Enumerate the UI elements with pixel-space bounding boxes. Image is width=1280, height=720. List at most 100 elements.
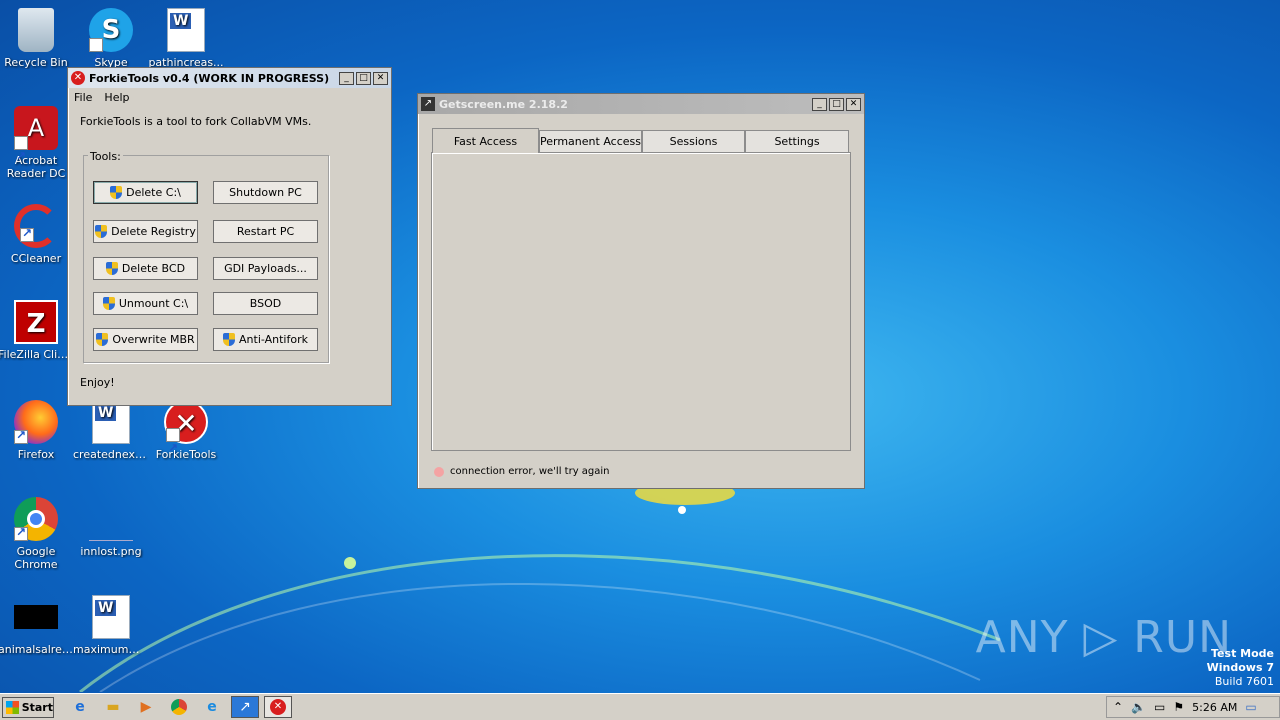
filezilla-icon: Z (14, 300, 58, 344)
test-mode-label: Test Mode (1211, 647, 1274, 660)
overwrite-mbr-button[interactable]: Overwrite MBR (93, 328, 198, 351)
system-tray: ⌃ 🔈 ▭ ⚑ 5:26 AM ▭ (1106, 696, 1280, 718)
show-hidden-icons-icon[interactable]: ⌃ (1113, 700, 1123, 714)
description-text: ForkieTools is a tool to fork CollabVM V… (80, 115, 312, 128)
tools-group-label: Tools: (88, 150, 123, 163)
desktop-icon-creatednext[interactable]: W creatednext... (73, 400, 149, 461)
shutdown-pc-button[interactable]: Shutdown PC (213, 181, 318, 204)
ccleaner-icon (14, 204, 58, 248)
menu-help[interactable]: Help (104, 91, 129, 104)
uac-shield-icon (105, 262, 118, 275)
forkietools-taskbar-icon[interactable]: ✕ (264, 696, 292, 718)
menubar: File Help (68, 88, 391, 106)
chrome-icon (14, 497, 58, 541)
recycle-bin-icon (18, 8, 54, 52)
button-label: Restart PC (236, 225, 295, 238)
desktop-icon-skype[interactable]: S Skype (73, 8, 149, 80)
tab-sessions[interactable]: Sessions (642, 130, 745, 152)
edge-taskbar-icon[interactable]: e (198, 696, 226, 718)
desktop-icon-innlost[interactable]: innlost.png (73, 497, 149, 558)
desktop-icon-pathincreas[interactable]: W pathincreas... (148, 8, 224, 69)
anyrun-watermark: ANY ▷ RUN (975, 612, 1232, 663)
window-title: ForkieTools v0.4 (WORK IN PROGRESS) (89, 71, 330, 85)
chrome-taskbar-icon[interactable] (165, 696, 193, 718)
start-button[interactable]: Start (2, 696, 54, 718)
button-label: Delete C:\ (126, 186, 181, 199)
error-x-icon: ✕ (71, 71, 85, 85)
action-center-flag-icon[interactable]: ⚑ (1173, 700, 1184, 714)
word-document-icon: W (92, 400, 130, 444)
test-mode-info: Test Mode Windows 7 Build 7601 (1207, 647, 1274, 689)
acrobat-icon: A (14, 106, 58, 178)
image-file-icon (14, 605, 58, 629)
desktop-icon-animalsalrea[interactable]: animalsalrea... (0, 595, 74, 656)
volume-icon[interactable]: 🔈 (1131, 700, 1146, 714)
button-label: Anti-Antifork (239, 333, 308, 346)
build-number: Build 7601 (1214, 675, 1274, 688)
connection-status: connection error, we'll try again (434, 466, 610, 477)
desktop-icon-recycle-bin[interactable]: Recycle Bin (0, 8, 74, 69)
getscreen-arrow-icon: ↗ (421, 97, 435, 111)
button-label: Delete BCD (121, 262, 186, 275)
windows-version: Windows 7 (1206, 661, 1274, 674)
status-dot-icon (434, 466, 444, 477)
anti-antifork-button[interactable]: Anti-Antifork (213, 328, 318, 351)
desktop-icon-forkietools[interactable]: ✕ ForkieTools (148, 400, 224, 470)
show-desktop-icon[interactable]: ▭ (1245, 700, 1256, 714)
media-player-taskbar-icon[interactable]: ▶ (132, 696, 160, 718)
getscreen-taskbar-icon[interactable]: ↗ (231, 696, 259, 718)
tab-label: Settings (774, 135, 820, 148)
maximize-button[interactable]: □ (356, 71, 371, 85)
restart-pc-button[interactable]: Restart PC (213, 220, 318, 243)
status-text: connection error, we'll try again (450, 466, 610, 477)
ie-taskbar-icon[interactable]: e (66, 696, 94, 718)
image-file-icon (89, 497, 133, 541)
desktop-icon-firefox[interactable]: Firefox (0, 400, 74, 461)
uac-shield-icon (96, 333, 109, 346)
forkietools-titlebar[interactable]: ✕ ForkieTools v0.4 (WORK IN PROGRESS) _ … (68, 68, 391, 88)
button-label: Unmount C:\ (118, 297, 189, 310)
word-document-icon: W (92, 595, 130, 639)
button-label: Overwrite MBR (112, 333, 195, 346)
desktop-icon-chrome[interactable]: Google Chrome (0, 497, 74, 571)
uac-shield-icon (102, 297, 115, 310)
close-button[interactable]: ✕ (373, 71, 388, 85)
desktop-icon-ccleaner[interactable]: CCleaner (0, 204, 74, 265)
desktop-icon-filezilla[interactable]: Z FileZilla Client (0, 300, 74, 361)
minimize-button[interactable]: _ (339, 71, 354, 85)
fast-access-panel (431, 152, 851, 451)
gdi-payloads-button[interactable]: GDI Payloads... (213, 257, 318, 280)
minimize-button[interactable]: _ (812, 97, 827, 111)
bsod-button[interactable]: BSOD (213, 292, 318, 315)
menu-file[interactable]: File (74, 91, 92, 104)
desktop-icon-acrobat[interactable]: A Acrobat Reader DC (0, 106, 74, 180)
footer-text: Enjoy! (80, 376, 115, 389)
button-label: BSOD (249, 297, 282, 310)
skype-icon: S (89, 8, 133, 80)
close-button[interactable]: ✕ (846, 97, 861, 111)
button-label: Delete Registry (111, 225, 196, 238)
tab-permanent-access[interactable]: Permanent Access (539, 130, 642, 152)
tab-label: Permanent Access (540, 135, 641, 148)
button-label: GDI Payloads... (224, 262, 307, 275)
error-x-icon: ✕ (164, 400, 208, 470)
uac-shield-icon (110, 186, 123, 199)
unmount-c-button[interactable]: Unmount C:\ (93, 292, 198, 315)
button-label: Shutdown PC (229, 186, 302, 199)
taskbar: Start e ▬ ▶ e ↗ ✕ ⌃ 🔈 ▭ ⚑ 5:26 AM ▭ (0, 693, 1280, 720)
delete-registry-button[interactable]: Delete Registry (93, 220, 198, 243)
tab-label: Fast Access (453, 134, 518, 148)
desktop-icon-maximummm[interactable]: W maximummm... (73, 595, 149, 656)
explorer-taskbar-icon[interactable]: ▬ (99, 696, 127, 718)
network-icon[interactable]: ▭ (1154, 700, 1165, 714)
tab-settings[interactable]: Settings (745, 130, 849, 152)
getscreen-titlebar[interactable]: ↗ Getscreen.me 2.18.2 _ □ ✕ (418, 94, 864, 114)
getscreen-window: ↗ Getscreen.me 2.18.2 _ □ ✕ Fast Access … (417, 93, 865, 489)
delete-c-button[interactable]: Delete C:\ (93, 181, 198, 204)
word-document-icon: W (167, 8, 205, 52)
tab-fast-access[interactable]: Fast Access (432, 128, 539, 153)
maximize-button[interactable]: □ (829, 97, 844, 111)
delete-bcd-button[interactable]: Delete BCD (93, 257, 198, 280)
firefox-icon (14, 400, 58, 444)
clock[interactable]: 5:26 AM (1192, 701, 1237, 714)
